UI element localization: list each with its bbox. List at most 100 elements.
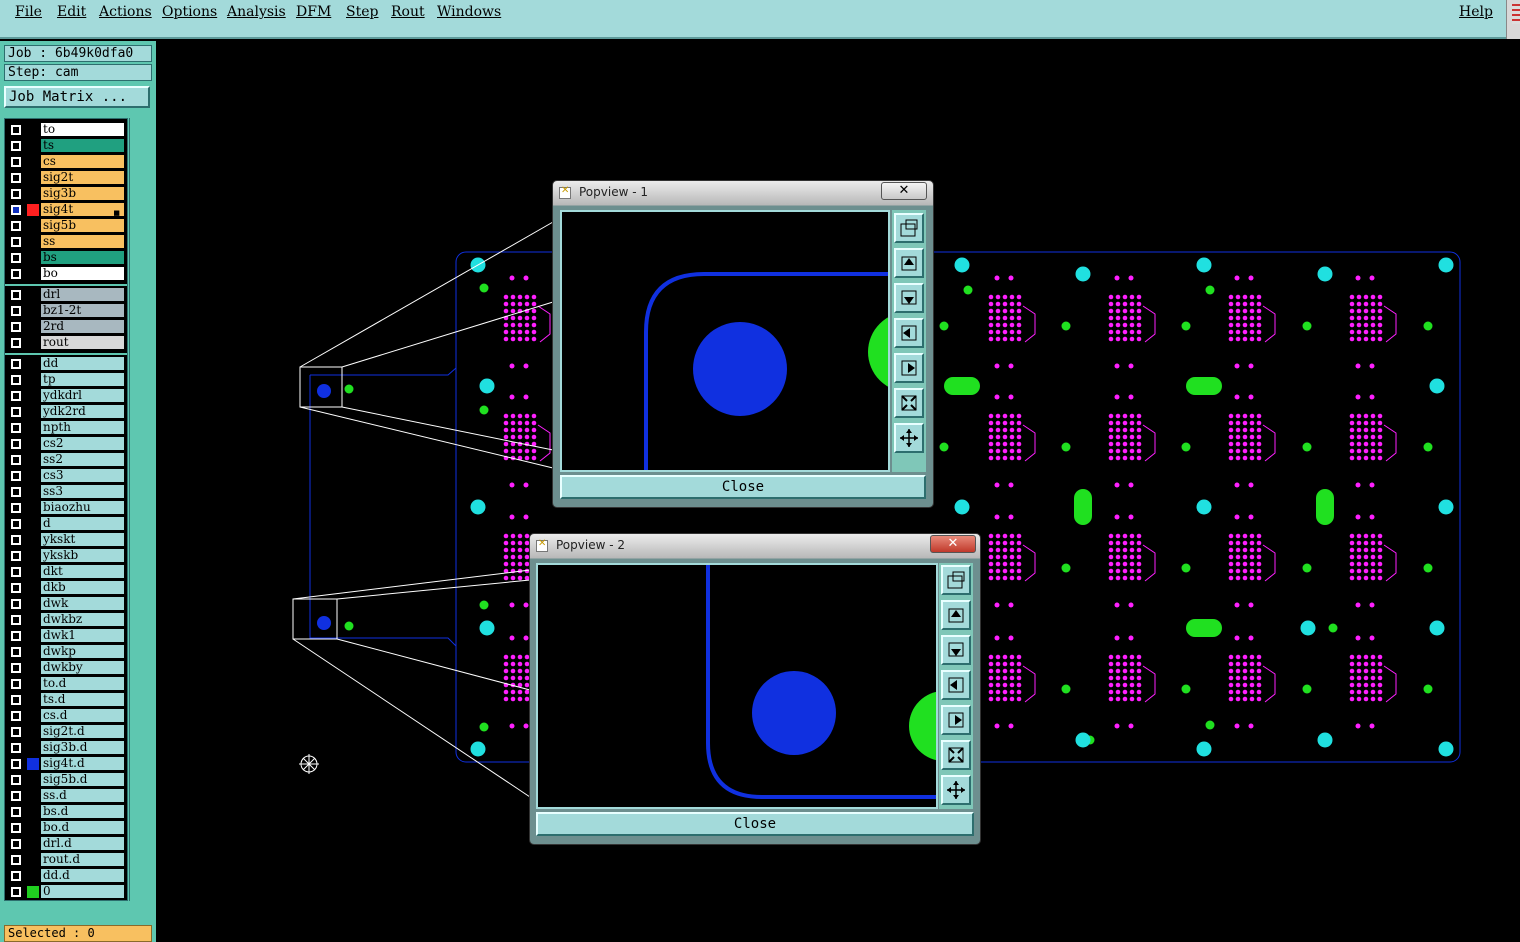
layer-row[interactable]: ss2	[5, 453, 127, 467]
layer-checkbox[interactable]	[11, 141, 21, 151]
layer-checkbox[interactable]	[11, 503, 21, 513]
layer-checkbox[interactable]	[11, 487, 21, 497]
layer-row[interactable]: sig5b.d	[5, 773, 127, 787]
layer-checkbox[interactable]	[11, 189, 21, 199]
zoom-in-icon[interactable]	[894, 388, 924, 418]
layer-row[interactable]: sig4t ■	[5, 203, 127, 217]
job-matrix-button[interactable]: Job Matrix ...	[4, 86, 150, 108]
menu-windows[interactable]: Windows	[437, 4, 501, 20]
layer-row[interactable]: sig4t.d	[5, 757, 127, 771]
layer-row[interactable]: ydk2rd	[5, 405, 127, 419]
menu-rout[interactable]: Rout	[391, 4, 425, 20]
layer-row[interactable]: dwk	[5, 597, 127, 611]
layer-checkbox[interactable]	[11, 253, 21, 263]
layer-row[interactable]: npth	[5, 421, 127, 435]
layer-name[interactable]: drl	[41, 288, 124, 301]
layer-checkbox[interactable]	[11, 759, 21, 769]
popview-1-close-button[interactable]: Close	[560, 475, 926, 499]
layer-row[interactable]: dd.d	[5, 869, 127, 883]
close-icon[interactable]: ✕	[881, 182, 927, 200]
layer-list-scrollbar[interactable]	[129, 118, 152, 901]
popview-2-view[interactable]	[536, 563, 938, 809]
menu-dfm[interactable]: DFM	[296, 4, 331, 20]
layer-row[interactable]: dd	[5, 357, 127, 371]
zoom-in-icon[interactable]	[941, 740, 971, 770]
close-icon[interactable]: ✕	[930, 535, 976, 553]
layer-row[interactable]: bs	[5, 251, 127, 265]
layer-row[interactable]: drl.d	[5, 837, 127, 851]
layer-name[interactable]: cs	[41, 155, 124, 168]
layer-row[interactable]: bz1-2t	[5, 304, 127, 318]
layer-row[interactable]: to.d	[5, 677, 127, 691]
layer-row[interactable]: cs3	[5, 469, 127, 483]
pan-left-icon[interactable]	[894, 318, 924, 348]
layer-checkbox[interactable]	[11, 237, 21, 247]
layer-name[interactable]: npth	[41, 421, 124, 434]
zoom-window-icon[interactable]	[941, 565, 971, 595]
layer-row[interactable]: sig2t	[5, 171, 127, 185]
layer-name[interactable]: bz1-2t	[41, 304, 124, 317]
layer-name[interactable]: ydkdrl	[41, 389, 124, 402]
layer-checkbox[interactable]	[11, 205, 21, 215]
layer-row[interactable]: cs	[5, 155, 127, 169]
layer-checkbox[interactable]	[11, 599, 21, 609]
layer-name[interactable]: rout.d	[41, 853, 124, 866]
layer-name[interactable]: dkt	[41, 565, 124, 578]
pan-up-icon[interactable]	[941, 600, 971, 630]
layer-name[interactable]: to.d	[41, 677, 124, 690]
layer-row[interactable]: dwkp	[5, 645, 127, 659]
layer-name[interactable]: dwk1	[41, 629, 124, 642]
layer-row[interactable]: ydkdrl	[5, 389, 127, 403]
layer-name[interactable]: bo.d	[41, 821, 124, 834]
layer-name[interactable]: dkb	[41, 581, 124, 594]
layer-name[interactable]: ykskt	[41, 533, 124, 546]
layer-name[interactable]: biaozhu	[41, 501, 124, 514]
layer-name[interactable]: dwkbz	[41, 613, 124, 626]
zoom-out-icon[interactable]	[894, 423, 924, 453]
layer-row[interactable]: sig3b.d	[5, 741, 127, 755]
layer-row[interactable]: to	[5, 123, 127, 137]
menu-options[interactable]: Options	[162, 4, 217, 20]
pan-down-icon[interactable]	[894, 283, 924, 313]
menu-step[interactable]: Step	[346, 4, 378, 20]
layer-name[interactable]: sig4t.d	[41, 757, 124, 770]
layer-checkbox[interactable]	[11, 359, 21, 369]
pan-right-icon[interactable]	[894, 353, 924, 383]
layer-checkbox[interactable]	[11, 727, 21, 737]
layer-row[interactable]: dkb	[5, 581, 127, 595]
layer-row[interactable]: cs2	[5, 437, 127, 451]
layer-checkbox[interactable]	[11, 807, 21, 817]
menu-help[interactable]: Help	[1459, 4, 1493, 20]
layer-row[interactable]: dkt	[5, 565, 127, 579]
layer-name[interactable]: ss3	[41, 485, 124, 498]
layer-checkbox[interactable]	[11, 125, 21, 135]
layer-name[interactable]: ss.d	[41, 789, 124, 802]
layer-checkbox[interactable]	[11, 871, 21, 881]
layer-row[interactable]: bo.d	[5, 821, 127, 835]
layer-checkbox[interactable]	[11, 519, 21, 529]
layer-name[interactable]: sig4t ■	[41, 203, 124, 217]
layer-checkbox[interactable]	[11, 455, 21, 465]
layer-name[interactable]: dwkp	[41, 645, 124, 658]
pan-down-icon[interactable]	[941, 635, 971, 665]
layer-name[interactable]: dd.d	[41, 869, 124, 882]
layer-row[interactable]: ss	[5, 235, 127, 249]
layer-name[interactable]: sig5b.d	[41, 773, 124, 786]
layer-name[interactable]: ss2	[41, 453, 124, 466]
layer-name[interactable]: ykskb	[41, 549, 124, 562]
layer-row[interactable]: drl	[5, 288, 127, 302]
layer-list[interactable]: to ts cs sig2t sig3b sig4t ■ sig5b ss bs bo drl bz1-…	[4, 118, 128, 901]
layer-checkbox[interactable]	[11, 306, 21, 316]
layer-name[interactable]: tp	[41, 373, 124, 386]
layer-row[interactable]: biaozhu	[5, 501, 127, 515]
layer-name[interactable]: bo	[41, 267, 124, 280]
layer-name[interactable]: sig2t	[41, 171, 124, 184]
layer-row[interactable]: sig2t.d	[5, 725, 127, 739]
layer-row[interactable]: d	[5, 517, 127, 531]
layer-name[interactable]: sig3b.d	[41, 741, 124, 754]
layer-name[interactable]: sig3b	[41, 187, 124, 200]
layer-row[interactable]: sig5b	[5, 219, 127, 233]
layer-checkbox[interactable]	[11, 567, 21, 577]
layer-row[interactable]: sig3b	[5, 187, 127, 201]
layer-name[interactable]: 2rd	[41, 320, 124, 333]
